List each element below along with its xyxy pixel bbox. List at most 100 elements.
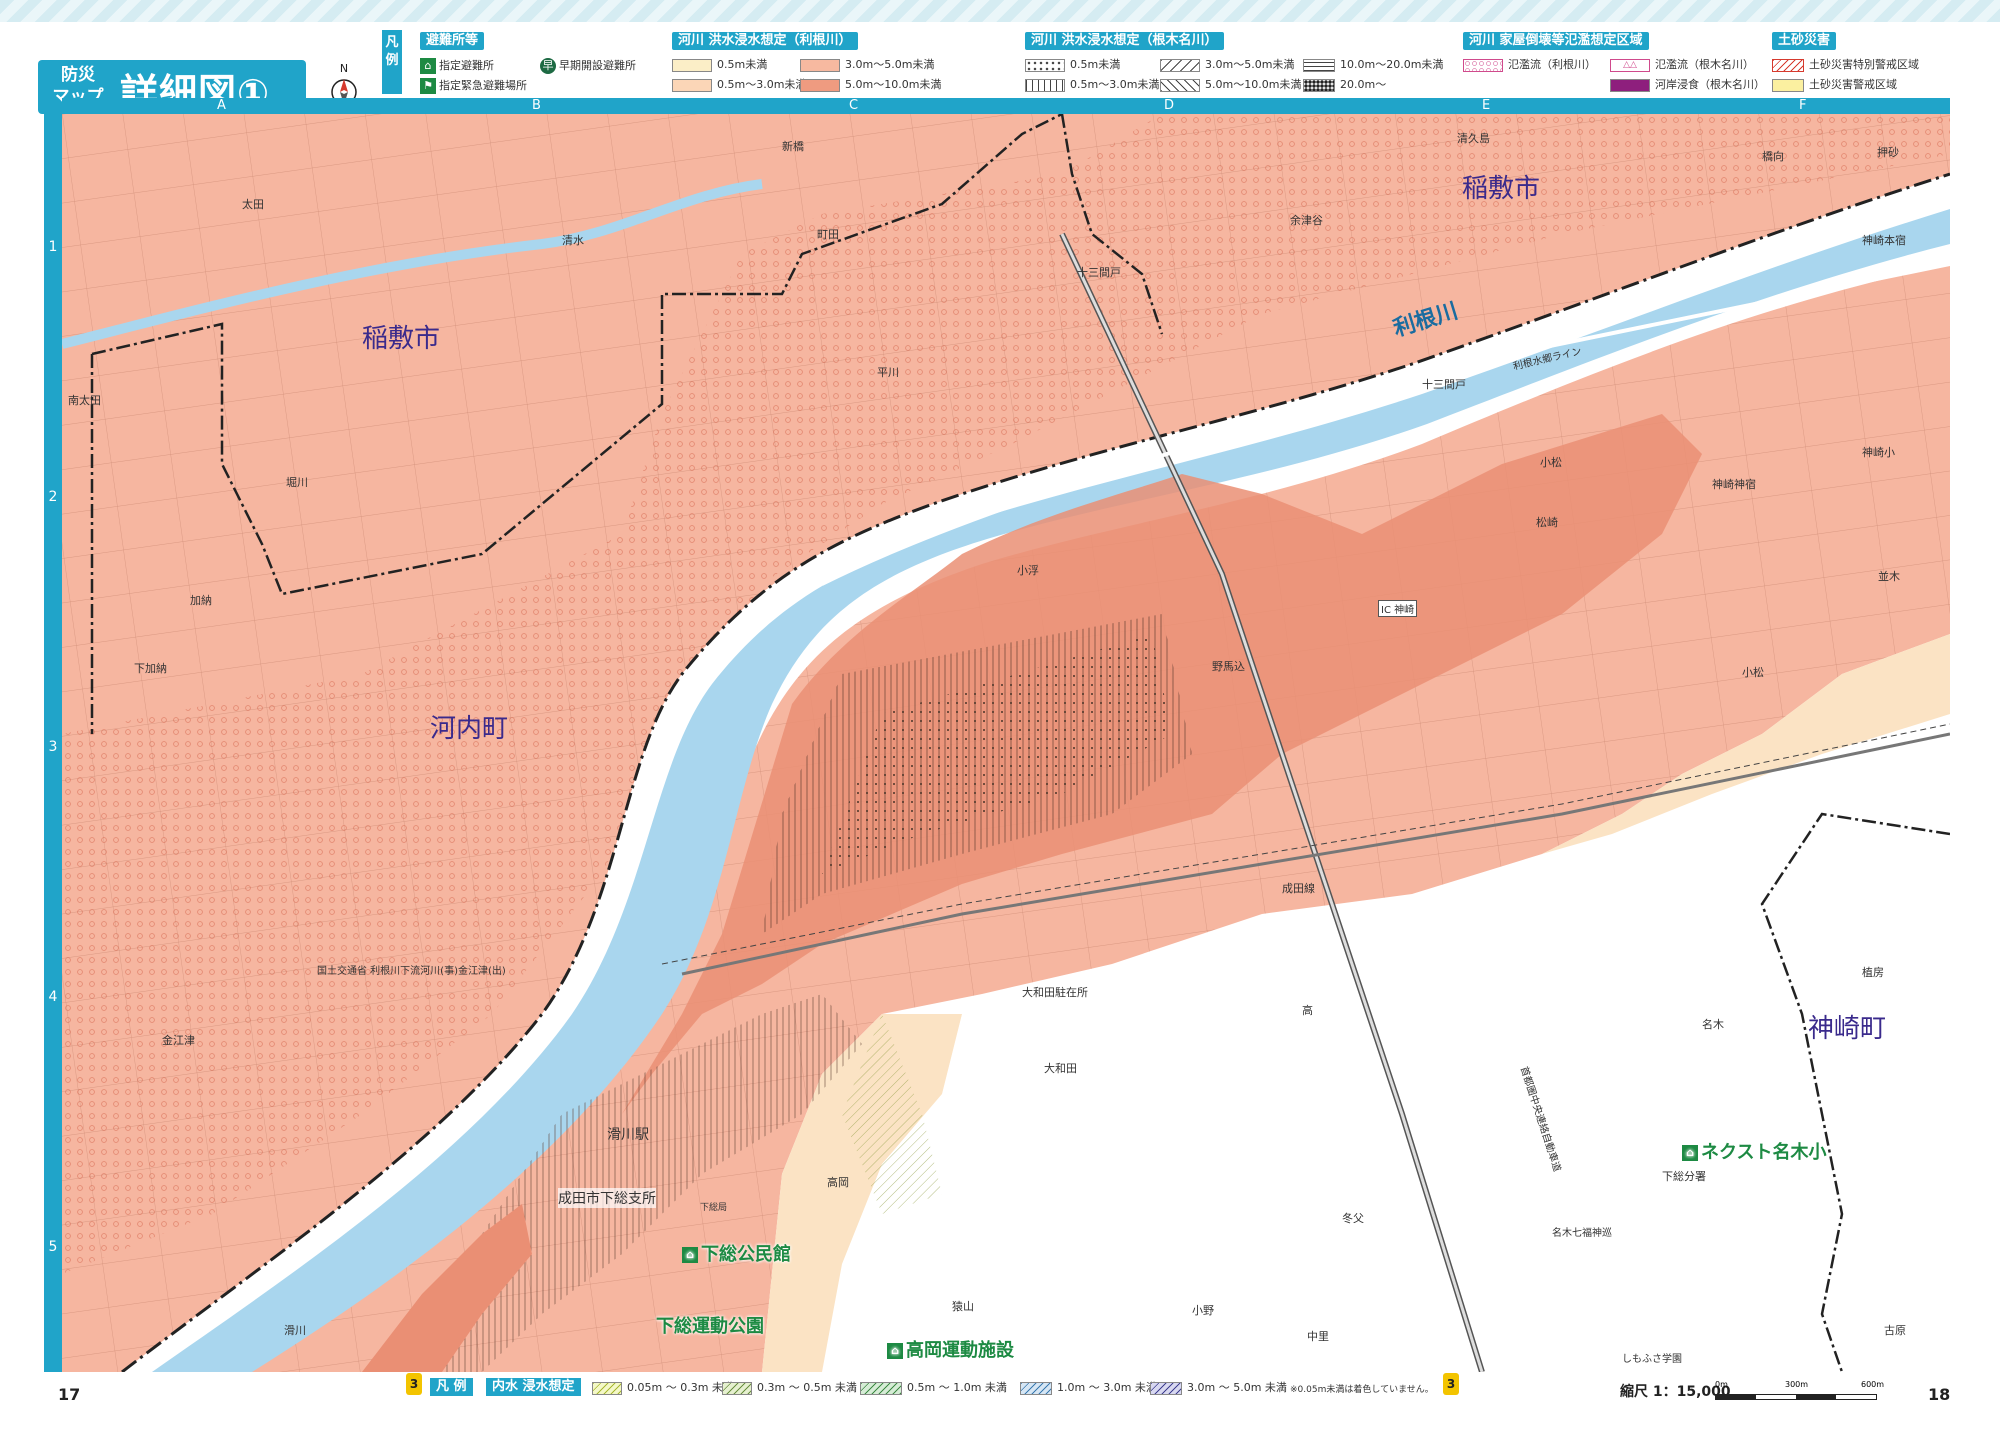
swatch — [1020, 1381, 1052, 1395]
place-label: 松崎 — [1536, 516, 1558, 529]
legend-negi-item-4: 5.0m～10.0m未満 — [1160, 78, 1301, 92]
top-decorative-stripe — [0, 0, 2000, 22]
row-grid-bar: 1 2 3 4 5 — [44, 114, 62, 1372]
road-label: 成田線 — [1282, 882, 1315, 895]
place-label: 下総分署 — [1662, 1170, 1706, 1183]
legend-collapse-item-1: 氾濫流（利根川） — [1463, 58, 1596, 72]
swatch — [592, 1381, 622, 1395]
place-label: 堀川 — [286, 476, 308, 489]
legend-negi-item-6: 20.0m～ — [1303, 78, 1386, 92]
footer-legend-tab: 凡 例 — [430, 1378, 473, 1396]
place-label: 橋向 — [1762, 150, 1784, 163]
legend-sediment-item-1: 土砂災害特別警戒区域 — [1772, 58, 1919, 72]
legend-negi-item-1: 0.5m未満 — [1025, 58, 1120, 72]
place-label: 神崎神宿 — [1712, 478, 1756, 491]
footer-note: ※0.05m未満は着色していません。 — [1290, 1385, 1434, 1395]
shelter-icon: ⌂ — [682, 1247, 698, 1263]
inner-flood-item-1: 0.05m ～ 0.3m 未満 — [592, 1379, 734, 1395]
legend-sediment-item-2: 土砂災害警戒区域 — [1772, 78, 1897, 92]
place-label: 神崎小 — [1862, 446, 1895, 459]
swatch — [1150, 1381, 1182, 1395]
place-label: 太田 — [242, 198, 264, 211]
city-label: 神崎町 — [1808, 1014, 1887, 1044]
col-label: B — [532, 98, 541, 113]
col-label: D — [1164, 98, 1175, 113]
place-label: 下加納 — [134, 662, 167, 675]
swatch — [672, 78, 712, 92]
place-label: 小松 — [1742, 666, 1764, 679]
place-label: 滑川 — [284, 1324, 306, 1337]
place-label: 余津谷 — [1290, 214, 1323, 227]
place-label: 中里 — [1307, 1330, 1329, 1343]
shelter-icon: ⌂ — [887, 1343, 903, 1359]
facility-label[interactable]: ⌂ ネクスト名木小 — [1682, 1138, 1826, 1164]
page-number-left: 17 — [58, 1385, 81, 1404]
legend-number-badge: 3 — [406, 1373, 422, 1395]
legend-early-shelter: 早早期開設避難所 — [540, 58, 636, 74]
swatch — [1160, 78, 1200, 92]
place-label: 十三間戸 — [1422, 378, 1466, 391]
place-label: 名木 — [1702, 1018, 1724, 1031]
place-label: 国土交通省 利根川下流河川(事)金江津(出) — [317, 966, 506, 977]
row-label: 2 — [48, 489, 58, 505]
shelter-icon: ⌂ — [1682, 1145, 1698, 1161]
swatch — [1160, 58, 1200, 72]
compass-label: N — [340, 62, 348, 75]
place-label: 小松 — [1540, 456, 1562, 469]
swatch — [1303, 78, 1335, 92]
page-number-right: 18 — [1928, 1385, 1951, 1404]
place-label: 金江津 — [162, 1034, 195, 1047]
legend-designated-shelter: ⌂ 指定避難所 — [420, 58, 494, 74]
swatch — [1025, 78, 1065, 92]
place-label: 下総局 — [700, 1203, 728, 1213]
legend-negi-item-5: 10.0m～20.0m未満 — [1303, 58, 1443, 72]
scale-tick-label: 300m — [1785, 1380, 1809, 1389]
swatch — [860, 1381, 902, 1395]
scale-tick-label: 0m — [1715, 1380, 1728, 1389]
place-label: 猿山 — [952, 1300, 974, 1313]
place-label: 十三間戸 — [1077, 266, 1121, 279]
place-label: 神崎本宿 — [1862, 234, 1906, 247]
legend-negi-item-3: 3.0m～5.0m未満 — [1160, 58, 1294, 72]
facility-label[interactable]: 下総運動公園 — [656, 1312, 764, 1338]
place-label: 平川 — [877, 366, 899, 379]
place-label: 古原 — [1884, 1324, 1906, 1337]
station-label: 滑川駅 — [607, 1127, 649, 1143]
place-label: 高岡 — [827, 1176, 849, 1189]
legend-shelters-title: 避難所等 — [420, 32, 485, 50]
facility-label[interactable]: ⌂ 高岡運動施設 — [887, 1336, 1014, 1362]
place-label: 植房 — [1862, 966, 1884, 979]
place-label: 加納 — [190, 594, 212, 607]
place-label: 大和田 — [1044, 1062, 1077, 1075]
place-label: 小浮 — [1017, 564, 1039, 577]
scale-tick-label: 600m — [1861, 1380, 1885, 1389]
facility-label[interactable]: ⌂ 下総公民館 — [682, 1240, 791, 1266]
place-label: 新橋 — [782, 140, 804, 153]
hazard-map[interactable]: 稲敷市 稲敷市 河内町 神崎町 利根川 太田 清水 町田 新橋 十三間戸 余津谷… — [62, 114, 1950, 1372]
swatch — [1610, 78, 1650, 92]
place-label: 清久島 — [1457, 132, 1490, 145]
row-label: 4 — [48, 989, 58, 1005]
row-label: 5 — [48, 1239, 58, 1255]
city-label: 河内町 — [430, 714, 509, 744]
place-label: 野馬込 — [1212, 660, 1245, 673]
early-shelter-icon: 早 — [540, 58, 556, 74]
swatch — [1303, 58, 1335, 72]
inner-flood-item-5: 3.0m ～ 5.0m 未満 — [1150, 1379, 1287, 1395]
swatch — [722, 1381, 752, 1395]
swatch — [1772, 78, 1804, 92]
swatch: △△ — [1610, 58, 1650, 72]
place-label: 成田市下総支所 — [558, 1188, 656, 1208]
col-label: C — [849, 98, 859, 113]
swatch — [672, 58, 712, 72]
legend-tone-item-4: 5.0m～10.0m未満 — [800, 78, 941, 92]
col-label: A — [217, 98, 226, 113]
emergency-site-icon: ⚑ — [420, 78, 436, 94]
column-grid-bar: A B C D E F — [62, 98, 1950, 114]
inner-flood-item-2: 0.3m ～ 0.5m 未満 — [722, 1379, 857, 1395]
inner-flood-item-4: 1.0m ～ 3.0m 未満 — [1020, 1379, 1157, 1395]
legend-collapse-title: 河川 家屋倒壊等氾濫想定区域 — [1463, 32, 1649, 50]
row-label: 1 — [48, 239, 58, 255]
legend-negi-title: 河川 洪水浸水想定（根木名川） — [1025, 32, 1224, 50]
legend-tone-item-2: 0.5m～3.0m未満 — [672, 78, 806, 92]
